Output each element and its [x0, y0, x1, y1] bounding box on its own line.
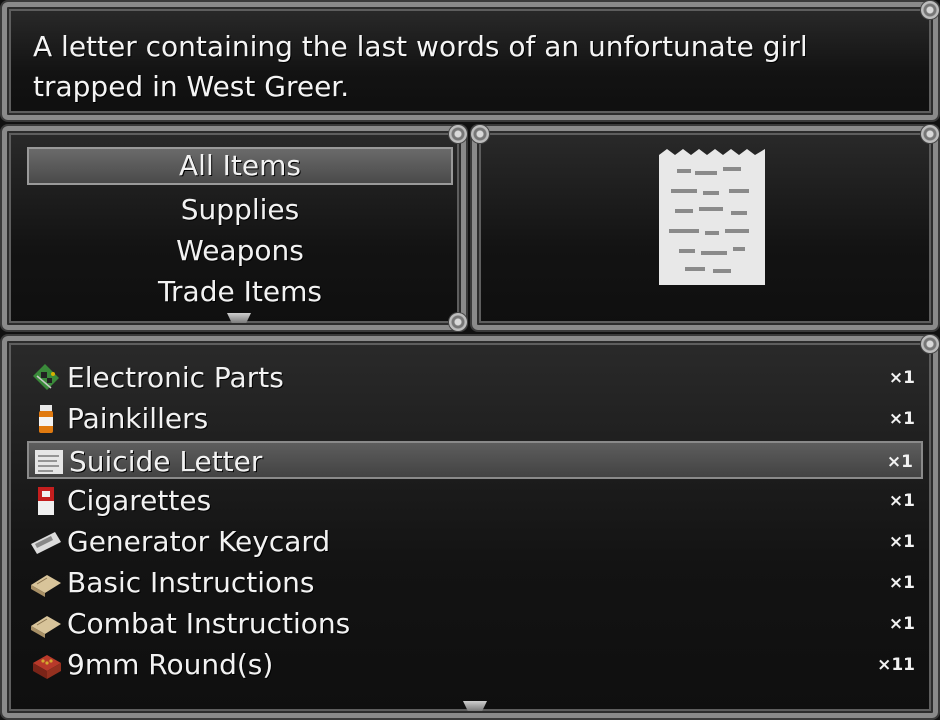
- item-row-electronic-parts[interactable]: Electronic Parts ×1: [27, 359, 923, 397]
- circuit-board-icon: [33, 364, 59, 390]
- ammo-box-icon: [33, 655, 61, 679]
- gear-ornament-icon: [921, 335, 939, 353]
- gear-ornament-icon: [449, 313, 467, 331]
- category-panel: All Items Supplies Weapons Trade Items: [2, 125, 467, 331]
- item-row-generator-keycard[interactable]: Generator Keycard ×1: [27, 523, 923, 561]
- item-name: Suicide Letter: [69, 445, 263, 478]
- item-name: Combat Instructions: [67, 607, 351, 640]
- gear-ornament-icon: [471, 125, 489, 143]
- letter-icon: [35, 450, 63, 474]
- scroll-down-indicator[interactable]: [463, 701, 487, 711]
- book-icon: [31, 575, 61, 597]
- item-name: Electronic Parts: [67, 361, 284, 394]
- item-quantity: ×1: [888, 491, 915, 511]
- pill-bottle-icon: [39, 405, 53, 433]
- category-label: Weapons: [176, 234, 304, 267]
- item-row-combat-instructions[interactable]: Combat Instructions ×1: [27, 605, 923, 643]
- category-weapons[interactable]: Weapons: [27, 232, 453, 270]
- item-name: Generator Keycard: [67, 525, 331, 558]
- category-all-items[interactable]: All Items: [27, 147, 453, 185]
- gear-ornament-icon: [921, 125, 939, 143]
- item-row-suicide-letter[interactable]: Suicide Letter ×1: [27, 441, 923, 479]
- item-name: Cigarettes: [67, 484, 212, 517]
- cigarette-pack-icon: [38, 487, 54, 515]
- description-panel: A letter containing the last words of an…: [2, 1, 939, 120]
- item-quantity: ×1: [888, 573, 915, 593]
- item-name: Basic Instructions: [67, 566, 315, 599]
- category-label: All Items: [179, 149, 301, 182]
- item-description: A letter containing the last words of an…: [33, 30, 808, 103]
- item-row-9mm-rounds[interactable]: 9mm Round(s) ×11: [27, 646, 923, 684]
- category-trade-items[interactable]: Trade Items: [27, 273, 453, 311]
- item-row-basic-instructions[interactable]: Basic Instructions ×1: [27, 564, 923, 602]
- item-list-panel: Electronic Parts ×1 Painkillers ×1 Suici…: [2, 335, 939, 718]
- keycard-icon: [31, 532, 61, 554]
- category-label: Supplies: [180, 193, 300, 226]
- item-name: 9mm Round(s): [67, 648, 274, 681]
- item-name: Painkillers: [67, 402, 209, 435]
- gear-ornament-icon: [449, 125, 467, 143]
- item-quantity: ×1: [888, 614, 915, 634]
- category-supplies[interactable]: Supplies: [27, 191, 453, 229]
- category-label: Trade Items: [158, 275, 322, 308]
- book-icon: [31, 616, 61, 638]
- item-row-cigarettes[interactable]: Cigarettes ×1: [27, 482, 923, 520]
- item-row-painkillers[interactable]: Painkillers ×1: [27, 400, 923, 438]
- scroll-down-indicator[interactable]: [227, 313, 251, 323]
- item-quantity: ×1: [888, 409, 915, 429]
- item-quantity: ×1: [888, 532, 915, 552]
- letter-icon: [659, 149, 765, 285]
- item-quantity: ×1: [886, 452, 913, 472]
- item-quantity: ×11: [877, 655, 915, 675]
- gear-ornament-icon: [921, 1, 939, 19]
- item-preview-panel: [471, 125, 939, 330]
- item-quantity: ×1: [888, 368, 915, 388]
